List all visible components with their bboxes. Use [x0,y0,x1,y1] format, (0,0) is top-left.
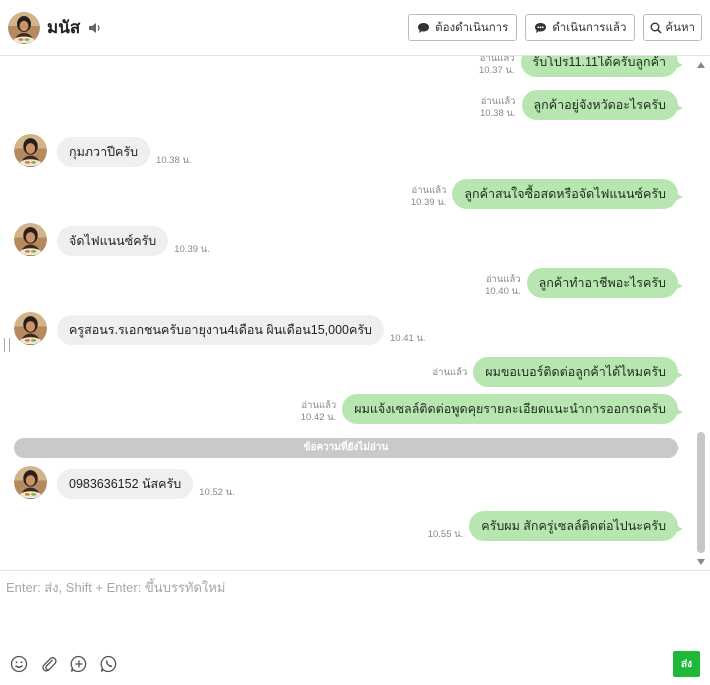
smiley-icon[interactable] [10,655,28,673]
outgoing-message: อ่านแล้ว ผมขอเบอร์ติดต่อลูกค้าได้ไหมครับ [432,357,683,387]
message-meta: อ่านแล้ว 10.38 น. [480,96,516,120]
incoming-message: จัดไฟแนนซ์ครับ 10.39 น. [14,223,210,256]
message-bubble[interactable]: ผมแจ้งเซลล์ติดต่อพูดคุยรายละเอียดแนะนำกา… [342,394,683,424]
pending-button-label: ต้องดำเนินการ [435,21,509,34]
message-bubble[interactable]: กุมภวาปีครับ [57,137,151,167]
read-receipt: อ่านแล้ว [411,185,447,196]
whatsapp-phone-icon[interactable] [100,655,118,673]
message-meta: อ่านแล้ว [432,367,467,379]
search-button[interactable]: ค้นหา [643,14,702,41]
chat-header: มนัส ต้องดำเนินการ ดำเนินการแล้ว ค้นหา [0,0,710,56]
outgoing-message: อ่านแล้ว 10.40 น. ลูกค้าทำอาชีพอะไรครับ [485,268,684,298]
speaker-icon[interactable] [88,21,102,35]
message-bubble[interactable]: ลูกค้าอยู่จังหวัดอะไรครับ [521,90,684,120]
message-bubble[interactable]: ครับผม สักครู่เซลล์ติดต่อไปนะครับ [469,511,683,541]
done-button-label: ดำเนินการแล้ว [552,21,627,34]
message-bubble[interactable]: ลูกค้าทำอาชีพอะไรครับ [526,268,684,298]
outgoing-message: อ่านแล้ว 10.42 น. ผมแจ้งเซลล์ติดต่อพูดคุ… [301,394,683,424]
sender-avatar[interactable] [14,466,47,499]
composer-tools [10,655,118,673]
sender-avatar[interactable] [14,223,47,256]
search-button-label: ค้นหา [665,21,695,34]
outgoing-message: อ่านแล้ว 10.39 น. ลูกค้าสนใจซื้อสดหรือจั… [411,179,683,209]
resize-handle[interactable] [4,338,10,352]
contact-avatar[interactable] [8,11,40,44]
read-receipt: อ่านแล้ว [301,400,337,411]
read-receipt: อ่านแล้ว [479,56,515,64]
message-meta: อ่านแล้ว 10.37 น. [479,56,515,77]
message-input[interactable] [6,577,702,637]
message-list[interactable]: อ่านแล้ว 10.37 น. รับโปร11.11ได้ครับลูกค… [0,56,710,570]
message-time: 10.39 น. [410,197,447,208]
message-time: 10.39 น. [174,244,210,255]
message-meta: อ่านแล้ว 10.40 น. [485,274,521,298]
chat-bubble-icon [418,22,430,33]
done-button[interactable]: ดำเนินการแล้ว [525,14,636,41]
read-receipt: อ่านแล้ว [480,96,516,107]
message-time: 10.38 น. [479,108,516,119]
incoming-message: 0983636152 นัสครับ 10.52 น. [14,466,235,499]
sender-avatar[interactable] [14,134,47,167]
search-icon [650,22,662,34]
message-time: 10.52 น. [199,487,235,498]
chat-bubble-dots-icon [535,22,547,33]
message-meta: 10.55 น. [428,529,464,541]
message-time: 10.40 น. [485,286,521,297]
message-time: 10.41 น. [390,333,426,344]
message-meta: อ่านแล้ว 10.39 น. [411,185,447,209]
message-bubble[interactable]: ผมขอเบอร์ติดต่อลูกค้าได้ไหมครับ [473,357,683,387]
read-receipt: อ่านแล้ว [485,274,521,285]
message-bubble[interactable]: จัดไฟแนนซ์ครับ [57,226,169,256]
message-meta: อ่านแล้ว 10.42 น. [301,400,337,424]
sender-avatar[interactable] [14,312,47,345]
contact-name: มนัส [47,18,81,37]
scroll-down-arrow[interactable] [697,559,705,565]
incoming-message: ครูสอนร.รเอกชนครับอายุงาน4เดือน ผินเดือน… [14,312,426,345]
message-time: 10.55 น. [427,529,464,540]
composer: ส่ง [0,570,710,685]
message-bubble[interactable]: ครูสอนร.รเอกชนครับอายุงาน4เดือน ผินเดือน… [57,315,384,345]
message-time: 10.38 น. [156,155,192,166]
scroll-thumb[interactable] [697,432,705,553]
plus-circle-icon[interactable] [70,655,88,673]
paperclip-icon[interactable] [40,655,58,673]
message-time: 10.42 น. [300,412,337,423]
message-time: 10.37 น. [478,65,515,76]
outgoing-message: อ่านแล้ว 10.37 น. รับโปร11.11ได้ครับลูกค… [479,56,684,77]
message-bubble[interactable]: ลูกค้าสนใจซื้อสดหรือจัดไฟแนนซ์ครับ [452,179,683,209]
outgoing-message: 10.55 น. ครับผม สักครู่เซลล์ติดต่อไปนะคร… [428,511,683,541]
message-bubble[interactable]: รับโปร11.11ได้ครับลูกค้า [520,56,684,77]
header-actions: ต้องดำเนินการ ดำเนินการแล้ว ค้นหา [408,14,702,41]
unread-divider: ข้อความที่ยังไม่อ่าน [14,438,678,458]
send-button[interactable]: ส่ง [673,651,700,677]
incoming-message: กุมภวาปีครับ 10.38 น. [14,134,192,167]
pending-button[interactable]: ต้องดำเนินการ [408,14,518,41]
scrollbar[interactable] [696,56,706,570]
read-receipt: อ่านแล้ว [432,367,468,378]
outgoing-message: อ่านแล้ว 10.38 น. ลูกค้าอยู่จังหวัดอะไรค… [480,90,684,120]
message-bubble[interactable]: 0983636152 นัสครับ [57,469,194,499]
scroll-up-arrow[interactable] [697,62,705,68]
